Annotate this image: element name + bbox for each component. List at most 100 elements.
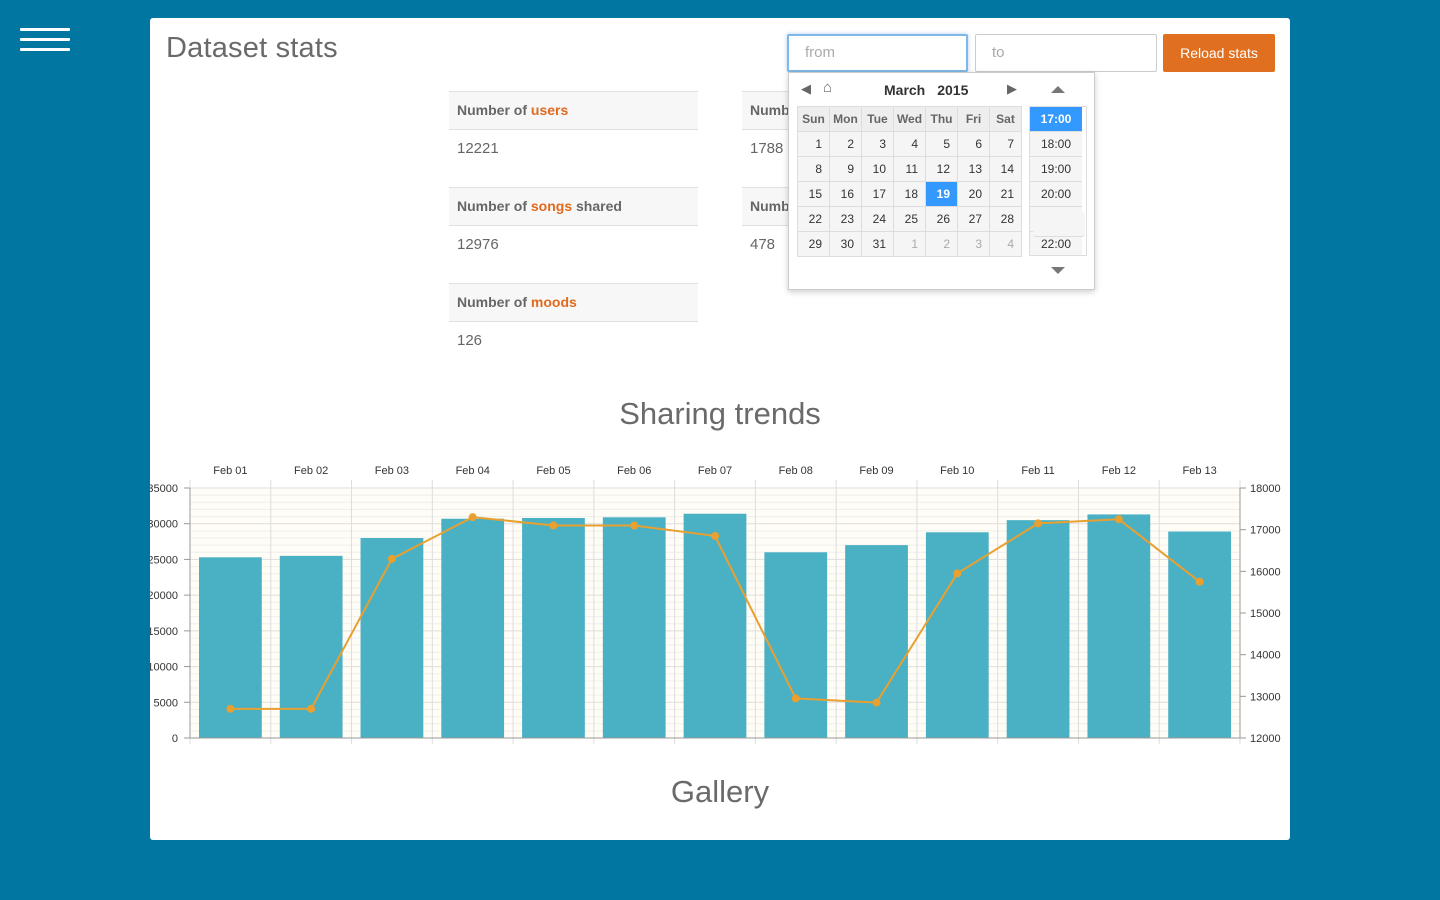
x-tick-label-top: Feb 11: [1021, 465, 1054, 477]
calendar-day[interactable]: 15: [797, 181, 830, 207]
bar: [683, 513, 747, 738]
calendar-day[interactable]: 31: [861, 231, 894, 257]
line-point: [387, 554, 396, 563]
stat-songs-value: 12976: [457, 236, 499, 253]
weekday-header: Wed: [893, 106, 926, 132]
stat-col2-a-label: Numb: [742, 91, 792, 130]
calendar-day[interactable]: 26: [925, 206, 958, 232]
calendar-day[interactable]: 6: [957, 131, 990, 157]
line-point: [468, 513, 477, 522]
calendar-day[interactable]: 4: [989, 231, 1022, 257]
stat-users-value: 12221: [457, 140, 499, 157]
prev-month-icon[interactable]: ◀: [801, 81, 811, 101]
time-scroll-up-icon[interactable]: [1051, 86, 1065, 93]
calendar-grid: Sun Mon Tue Wed Thu Fri Sat 1 2 3 4 5 6 7 8 9 10 11 12 13 1…: [797, 106, 1022, 257]
calendar-day[interactable]: 29: [797, 231, 830, 257]
line-point: [307, 704, 316, 713]
y-tick-label-left: 35000: [150, 483, 178, 495]
calendar-day[interactable]: 16: [829, 181, 862, 207]
stat-moods-value: 126: [457, 332, 483, 349]
calendar-day[interactable]: 22: [797, 206, 830, 232]
calendar-day[interactable]: 2: [925, 231, 958, 257]
calendar-day[interactable]: 13: [957, 156, 990, 182]
calendar-day[interactable]: 28: [989, 206, 1022, 232]
calendar-day[interactable]: 25: [893, 206, 926, 232]
x-tick-label-top: Feb 07: [698, 465, 732, 477]
to-date-input[interactable]: to: [975, 34, 1157, 72]
x-tick-label-top: Feb 04: [456, 465, 490, 477]
x-tick-label-top: Feb 03: [375, 465, 409, 477]
calendar-day[interactable]: 8: [797, 156, 830, 182]
calendar-day[interactable]: 17: [861, 181, 894, 207]
y-tick-label-left: 10000: [150, 662, 178, 674]
calendar-day[interactable]: 3: [861, 131, 894, 157]
weekday-header: Fri: [957, 106, 990, 132]
reload-stats-button[interactable]: Reload stats: [1163, 34, 1275, 72]
x-tick-label-top: Feb 01: [213, 465, 247, 477]
y-tick-label-right: 18000: [1250, 483, 1281, 495]
calendar-day[interactable]: 9: [829, 156, 862, 182]
time-option[interactable]: 20:00: [1030, 182, 1082, 207]
time-option[interactable]: 19:00: [1030, 157, 1082, 182]
bar: [441, 518, 505, 738]
y-tick-label-left: 25000: [150, 554, 178, 566]
calendar-day[interactable]: 1: [893, 231, 926, 257]
x-tick-label-top: Feb 05: [536, 465, 570, 477]
calendar-day[interactable]: 11: [893, 156, 926, 182]
time-option[interactable]: 17:00: [1030, 107, 1082, 132]
calendar-day[interactable]: 27: [957, 206, 990, 232]
y-tick-label-right: 14000: [1250, 650, 1281, 662]
from-date-input[interactable]: from: [787, 34, 968, 72]
picker-year: 2015: [937, 82, 969, 98]
main-panel: Dataset stats from to Reload stats Numbe…: [150, 18, 1290, 840]
y-tick-label-left: 15000: [150, 626, 178, 638]
line-point: [1195, 577, 1204, 586]
line-point: [630, 521, 639, 530]
x-tick-label-top: Feb 10: [940, 465, 974, 477]
stat-col2-a: Numb 1788: [742, 91, 792, 168]
y-tick-label-right: 13000: [1250, 691, 1281, 703]
bar: [522, 518, 585, 738]
calendar-day[interactable]: 7: [989, 131, 1022, 157]
calendar-day[interactable]: 18: [893, 181, 926, 207]
calendar-day[interactable]: 21: [989, 181, 1022, 207]
stat-songs: Number of songs shared 12976: [449, 187, 698, 264]
sharing-trends-title: Sharing trends: [619, 396, 821, 431]
x-tick-label-top: Feb 06: [617, 465, 651, 477]
time-scroll-down-icon[interactable]: [1051, 267, 1065, 274]
page-title: Dataset stats: [166, 32, 338, 64]
calendar-day[interactable]: 1: [797, 131, 830, 157]
x-tick-label-top: Feb 08: [779, 465, 813, 477]
time-scrollbar[interactable]: [1033, 212, 1085, 237]
line-point: [1034, 519, 1043, 528]
time-list[interactable]: 17:0018:0019:0020:0021:0022:00: [1029, 106, 1087, 256]
x-tick-label-top: Feb 12: [1102, 465, 1136, 477]
y-tick-label-left: 0: [172, 733, 178, 744]
calendar-day[interactable]: 2: [829, 131, 862, 157]
calendar-day[interactable]: 5: [925, 131, 958, 157]
calendar-day[interactable]: 12: [925, 156, 958, 182]
calendar-day[interactable]: 20: [957, 181, 990, 207]
calendar-day[interactable]: 30: [829, 231, 862, 257]
hamburger-menu-icon[interactable]: [20, 28, 70, 54]
weekday-header: Thu: [925, 106, 958, 132]
stat-col2-b-label: Numb: [742, 187, 792, 226]
calendar-day[interactable]: 19: [925, 181, 958, 207]
next-month-icon[interactable]: ▶: [1007, 81, 1017, 101]
calendar-day[interactable]: 23: [829, 206, 862, 232]
calendar-day[interactable]: 24: [861, 206, 894, 232]
bar: [1168, 531, 1231, 738]
home-icon[interactable]: ⌂: [823, 79, 832, 99]
calendar-day[interactable]: 4: [893, 131, 926, 157]
line-point: [711, 531, 719, 540]
calendar-day[interactable]: 14: [989, 156, 1022, 182]
stat-col2-b-value: 478: [750, 236, 776, 253]
calendar-day[interactable]: 10: [861, 156, 894, 182]
stat-users-label: Number of users: [449, 91, 698, 130]
sharing-trends-chart: Feb 01Feb 01Feb 02Feb 02Feb 03Feb 03Feb …: [150, 465, 1281, 744]
x-tick-label-top: Feb 09: [859, 465, 893, 477]
x-tick-label-top: Feb 02: [294, 465, 328, 477]
calendar-day[interactable]: 3: [957, 231, 990, 257]
weekday-header: Mon: [829, 106, 862, 132]
time-option[interactable]: 18:00: [1030, 132, 1082, 157]
